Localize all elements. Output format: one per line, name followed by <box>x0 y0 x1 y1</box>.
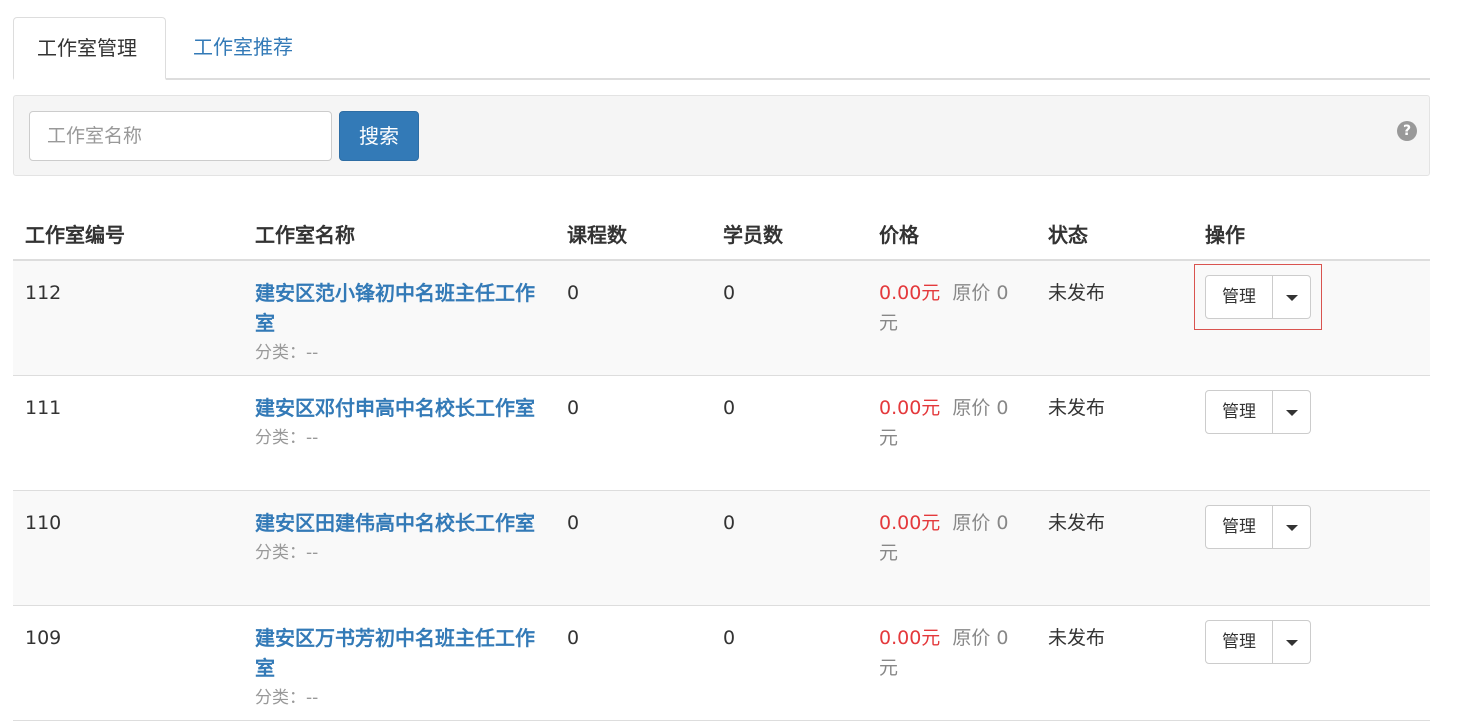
studio-management-page: 工作室管理 工作室推荐 搜索 ? 工作室编号 工作室名称 课程数 学员数 价格 … <box>13 0 1430 721</box>
header-studio-id: 工作室编号 <box>25 223 125 247</box>
studio-table: 工作室编号 工作室名称 课程数 学员数 价格 状态 操作 112 建安区范小锋初… <box>13 195 1430 721</box>
tab-studio-management[interactable]: 工作室管理 <box>13 17 166 80</box>
student-count: 0 <box>723 512 736 534</box>
table-row: 111 建安区邓付申高中名校长工作室 分类：-- 0 0 0.00元 原价 0 元… <box>13 376 1430 491</box>
status-text: 未发布 <box>1048 397 1106 419</box>
manage-button-group: 管理 <box>1205 620 1311 664</box>
status-text: 未发布 <box>1048 282 1106 304</box>
actions-cell: 管理 <box>1205 620 1311 664</box>
studio-name-cell: 建安区范小锋初中名班主任工作室 分类：-- <box>255 278 540 368</box>
question-circle-icon[interactable]: ? <box>1397 121 1417 141</box>
course-count: 0 <box>567 397 580 419</box>
tab-studio-recommend[interactable]: 工作室推荐 <box>170 17 316 80</box>
manage-dropdown-toggle[interactable] <box>1273 390 1311 434</box>
studio-name-search-input[interactable] <box>29 111 332 161</box>
studio-id: 112 <box>25 282 62 304</box>
table-row: 112 建安区范小锋初中名班主任工作室 分类：-- 0 0 0.00元 原价 0 … <box>13 261 1430 376</box>
header-course-count: 课程数 <box>567 223 627 247</box>
manage-button[interactable]: 管理 <box>1205 390 1273 434</box>
actions-cell: 管理 <box>1205 390 1311 434</box>
current-price: 0.00元 <box>879 397 941 419</box>
studio-id: 109 <box>25 627 62 649</box>
studio-id: 111 <box>25 397 62 419</box>
caret-down-icon <box>1286 295 1298 301</box>
studio-name-cell: 建安区万书芳初中名班主任工作室 分类：-- <box>255 623 540 713</box>
studio-category: 分类：-- <box>255 688 319 708</box>
status-text: 未发布 <box>1048 627 1106 649</box>
manage-button[interactable]: 管理 <box>1205 505 1273 549</box>
studio-name-cell: 建安区邓付申高中名校长工作室 分类：-- <box>255 393 540 453</box>
current-price: 0.00元 <box>879 282 941 304</box>
studio-name-cell: 建安区田建伟高中名校长工作室 分类：-- <box>255 508 540 568</box>
studio-name-link[interactable]: 建安区万书芳初中名班主任工作室 <box>255 623 540 683</box>
header-actions: 操作 <box>1205 223 1245 247</box>
tab-bar: 工作室管理 工作室推荐 <box>13 0 1430 80</box>
price-cell: 0.00元 原价 0 元 <box>879 508 1029 568</box>
studio-name-link[interactable]: 建安区范小锋初中名班主任工作室 <box>255 278 540 338</box>
header-studio-name: 工作室名称 <box>255 223 355 247</box>
header-student-count: 学员数 <box>723 223 783 247</box>
price-cell: 0.00元 原价 0 元 <box>879 393 1029 453</box>
manage-button[interactable]: 管理 <box>1205 275 1273 319</box>
studio-category: 分类：-- <box>255 343 319 363</box>
course-count: 0 <box>567 282 580 304</box>
actions-cell: 管理 <box>1205 505 1311 549</box>
course-count: 0 <box>567 512 580 534</box>
studio-name-link[interactable]: 建安区田建伟高中名校长工作室 <box>255 508 540 538</box>
student-count: 0 <box>723 627 736 649</box>
current-price: 0.00元 <box>879 627 941 649</box>
table-row: 109 建安区万书芳初中名班主任工作室 分类：-- 0 0 0.00元 原价 0 … <box>13 606 1430 721</box>
actions-cell: 管理 <box>1194 264 1322 330</box>
manage-button-group: 管理 <box>1205 505 1311 549</box>
status-text: 未发布 <box>1048 512 1106 534</box>
manage-button[interactable]: 管理 <box>1205 620 1273 664</box>
search-bar: 搜索 ? <box>13 95 1430 176</box>
manage-button-group: 管理 <box>1205 390 1311 434</box>
studio-id: 110 <box>25 512 62 534</box>
student-count: 0 <box>723 282 736 304</box>
header-price: 价格 <box>879 223 919 247</box>
studio-category: 分类：-- <box>255 428 319 448</box>
manage-dropdown-toggle[interactable] <box>1273 275 1311 319</box>
course-count: 0 <box>567 627 580 649</box>
studio-name-link[interactable]: 建安区邓付申高中名校长工作室 <box>255 393 540 423</box>
studio-category: 分类：-- <box>255 543 319 563</box>
manage-dropdown-toggle[interactable] <box>1273 505 1311 549</box>
caret-down-icon <box>1286 640 1298 646</box>
table-header: 工作室编号 工作室名称 课程数 学员数 价格 状态 操作 <box>13 195 1430 261</box>
manage-dropdown-toggle[interactable] <box>1273 620 1311 664</box>
caret-down-icon <box>1286 525 1298 531</box>
table-row: 110 建安区田建伟高中名校长工作室 分类：-- 0 0 0.00元 原价 0 元… <box>13 491 1430 606</box>
header-status: 状态 <box>1048 223 1088 247</box>
search-button[interactable]: 搜索 <box>339 111 419 161</box>
price-cell: 0.00元 原价 0 元 <box>879 623 1029 683</box>
student-count: 0 <box>723 397 736 419</box>
price-cell: 0.00元 原价 0 元 <box>879 278 1029 338</box>
current-price: 0.00元 <box>879 512 941 534</box>
manage-button-group: 管理 <box>1194 264 1322 330</box>
caret-down-icon <box>1286 410 1298 416</box>
